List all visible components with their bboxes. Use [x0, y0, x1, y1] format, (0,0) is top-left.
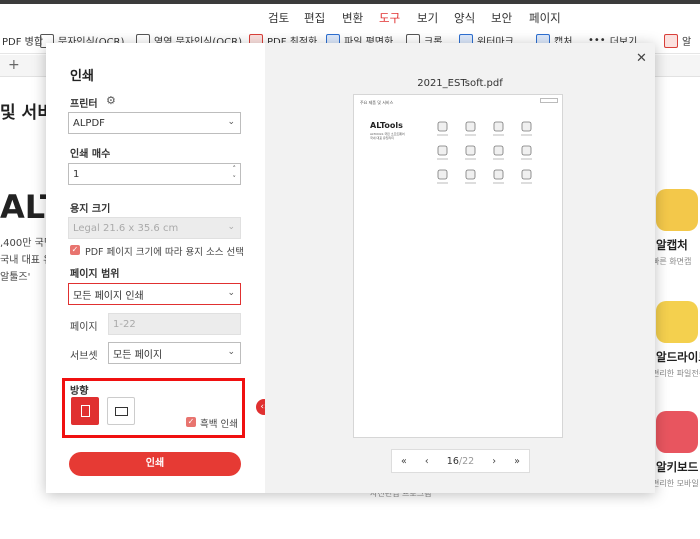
tool-al[interactable]: 알: [664, 33, 691, 48]
chevron-down-icon: ⌄: [227, 347, 235, 357]
alkeyboard-icon: [656, 411, 698, 453]
print-preview-panel: 2021_ESTsoft.pdf 주요 제품 및 서비스 ALTools ALT…: [265, 43, 655, 493]
paper-size-select: Legal 21.6 x 35.6 cm ⌄: [68, 217, 241, 239]
app-alkeyboard[interactable]: 알키보드 편리한 모바일 키: [648, 411, 700, 489]
preview-filename: 2021_ESTsoft.pdf: [417, 78, 503, 89]
page-range-select[interactable]: 모든 페이지 인쇄 ⌄: [68, 283, 241, 305]
menu-bar: 검토 편집 변환 도구 보기 양식 보안 페이지: [0, 4, 700, 31]
prev-page-button[interactable]: ‹: [425, 456, 429, 467]
chevron-down-icon: ⌄: [227, 117, 235, 127]
menu-review[interactable]: 검토: [268, 10, 289, 26]
page-range-label: 페이지 범위: [70, 269, 120, 280]
close-icon[interactable]: ✕: [636, 51, 647, 66]
next-page-button[interactable]: ›: [492, 456, 496, 467]
chevron-down-icon: ⌄: [227, 222, 235, 232]
paper-size-label: 용지 크기: [70, 204, 111, 215]
paper-source-checkbox[interactable]: ✓: [70, 245, 80, 255]
bw-print-label: 흑백 인쇄: [200, 419, 238, 430]
orientation-group: 방향 ✓ 흑백 인쇄: [62, 378, 245, 438]
tool-pdf-merge[interactable]: PDF 병합: [2, 33, 43, 48]
app-aldrive[interactable]: 알드라이브 편리한 파일전송: [648, 301, 700, 379]
dialog-title: 인쇄: [70, 69, 94, 84]
first-page-button[interactable]: «: [401, 456, 407, 467]
preview-app-icons: [437, 121, 532, 184]
chevron-down-icon: ⌄: [227, 288, 235, 298]
alcapture-icon: [656, 189, 698, 231]
preview-pagination: « ‹ 16/22 › »: [391, 449, 530, 473]
print-dialog: 인쇄 프린터 ⚙ ALPDF ⌄ 인쇄 매수 1 ˄ ˅ 용지 크기 Legal …: [46, 43, 655, 493]
preview-page: 주요 제품 및 서비스 ALTools ALTOOLS 국민 소프트웨어 국내 …: [353, 94, 563, 438]
gear-icon[interactable]: ⚙: [106, 94, 116, 107]
current-page-input[interactable]: 16/22: [447, 456, 474, 467]
print-settings-panel: 인쇄 프린터 ⚙ ALPDF ⌄ 인쇄 매수 1 ˄ ˅ 용지 크기 Legal …: [46, 43, 265, 493]
bg-line-2: 국내 대표 유: [0, 255, 53, 266]
stepper-arrows-icon[interactable]: ˄ ˅: [233, 164, 237, 184]
new-tab-plus-icon[interactable]: +: [8, 57, 20, 73]
preview-page-header: 주요 제품 및 서비스: [360, 100, 394, 105]
landscape-icon: [115, 407, 128, 416]
orientation-label: 방향: [70, 386, 89, 397]
print-button[interactable]: 인쇄: [69, 452, 241, 476]
preview-tagline-2: 국내 대표 유틸리티: [370, 136, 394, 140]
portrait-icon: [81, 405, 90, 417]
bg-line-3: 알툴즈': [0, 272, 31, 283]
printer-select[interactable]: ALPDF ⌄: [68, 112, 241, 134]
portrait-button[interactable]: [71, 397, 99, 425]
pages-input: 1-22: [108, 313, 241, 335]
printer-label: 프린터: [70, 99, 98, 110]
bg-heading: 및 서비: [0, 103, 53, 123]
bw-print-checkbox[interactable]: ✓: [186, 417, 196, 427]
last-page-button[interactable]: »: [514, 456, 520, 467]
pages-label: 페이지: [70, 322, 98, 333]
copies-stepper[interactable]: 1 ˄ ˅: [68, 163, 241, 185]
menu-convert[interactable]: 변환: [342, 10, 363, 26]
copies-label: 인쇄 매수: [70, 149, 111, 160]
menu-page[interactable]: 페이지: [529, 10, 561, 26]
al-icon: [664, 33, 678, 48]
menu-security[interactable]: 보안: [491, 10, 512, 26]
menu-edit[interactable]: 편집: [304, 10, 325, 26]
app-alcapture[interactable]: 알캡처 빠른 화면캡: [648, 189, 700, 267]
landscape-button[interactable]: [107, 397, 135, 425]
menu-view[interactable]: 보기: [417, 10, 438, 26]
preview-logo-box: [540, 98, 558, 103]
subset-label: 서브셋: [70, 351, 98, 362]
preview-brand: ALTools: [370, 121, 403, 130]
aldrive-icon: [656, 301, 698, 343]
subset-select[interactable]: 모든 페이지 ⌄: [108, 342, 241, 364]
menu-form[interactable]: 양식: [454, 10, 475, 26]
paper-source-label: PDF 페이지 크기에 따라 용지 소스 선택: [85, 247, 244, 258]
